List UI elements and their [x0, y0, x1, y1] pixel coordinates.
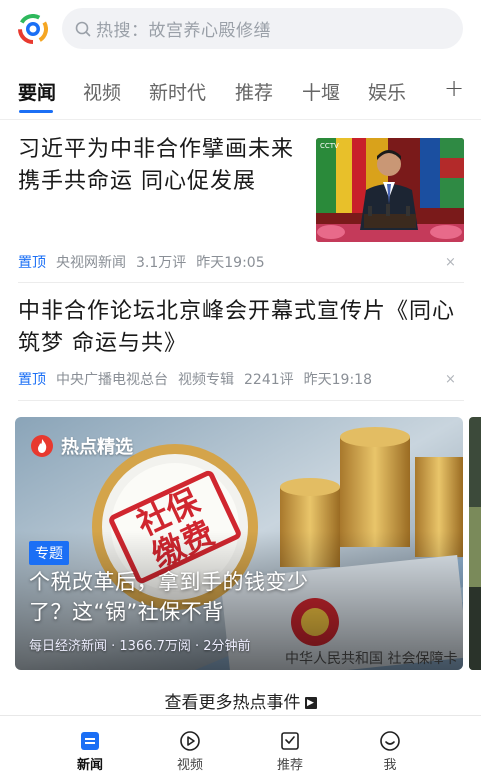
pinned-tag: 置顶 — [18, 255, 46, 271]
search-icon — [75, 21, 91, 36]
search-input[interactable]: 热搜：故宫养心殿修缮 — [62, 8, 463, 49]
news-meta: 置顶 中央广播电视总台 视频专辑 2241评 昨天19:18 — [18, 369, 372, 389]
news-icon — [81, 732, 99, 750]
news-title[interactable]: 中非合作论坛北京峰会开幕式宣传片《同心筑梦 命运与共》 — [18, 296, 464, 360]
news-title[interactable]: 习近平为中非合作擘画未来 携手共命运 同心促发展 — [18, 134, 303, 198]
recommend-icon — [281, 732, 299, 750]
news-source[interactable]: 央视网新闻 — [56, 255, 126, 271]
channel-tabs: 要闻 视频 新时代 推荐 十堰 娱乐 + — [0, 66, 481, 116]
news-source[interactable]: 中央广播电视总台 — [56, 372, 168, 388]
search-placeholder: 热搜：故宫养心殿修缮 — [96, 21, 271, 41]
news-time: 昨天19:18 — [303, 372, 372, 388]
top-bar: 热搜：故宫养心殿修缮 — [0, 0, 481, 58]
nav-label: 推荐 — [276, 758, 303, 773]
divider — [18, 282, 464, 283]
tab-recommend[interactable]: 推荐 — [235, 78, 273, 105]
play-icon — [180, 731, 200, 751]
pinned-tag: 置顶 — [18, 372, 46, 388]
divider — [18, 400, 464, 401]
tab-new-era[interactable]: 新时代 — [149, 78, 206, 105]
nav-recommend[interactable]: 推荐 — [260, 730, 320, 773]
comment-count: 3.1万评 — [136, 255, 187, 271]
special-topic-badge: 专题 — [29, 541, 69, 565]
nav-label: 我 — [383, 758, 397, 773]
smile-icon — [380, 731, 400, 751]
nav-news[interactable]: 新闻 — [60, 730, 120, 773]
tab-video[interactable]: 视频 — [83, 78, 121, 105]
hot-topic-title[interactable]: 个税改革后，拿到手的钱变少了？这“锅”社保不背 — [29, 567, 349, 627]
next-card-peek[interactable] — [469, 417, 481, 670]
nav-video[interactable]: 视频 — [160, 730, 220, 773]
divider — [0, 119, 481, 120]
news-meta: 置顶 央视网新闻 3.1万评 昨天19:05 — [18, 252, 265, 272]
hot-topic-header: 热点精选 — [31, 433, 133, 459]
svg-text:CCTV: CCTV — [320, 142, 339, 150]
tab-shiyan[interactable]: 十堰 — [302, 78, 340, 105]
comment-count: 2241评 — [244, 372, 294, 388]
bottom-nav: 新闻 视频 推荐 我 — [0, 715, 481, 776]
hot-topic-label: 热点精选 — [61, 437, 133, 458]
tab-headlines[interactable]: 要闻 — [18, 78, 56, 105]
dismiss-close-icon[interactable]: × — [445, 372, 456, 387]
app-logo-icon[interactable] — [18, 14, 48, 44]
news-time: 昨天19:05 — [196, 255, 265, 271]
arrow-right-icon: ▶ — [304, 697, 317, 709]
nav-me[interactable]: 我 — [360, 730, 420, 773]
hot-topic-meta: 每日经济新闻 · 1366.7万阅 · 2分钟前 — [29, 639, 251, 654]
active-tab-indicator — [19, 110, 53, 113]
hot-topic-card[interactable]: 中华人民共和国 社会保障卡 社保 缴费 热点精选 专题 个税改革后，拿到手的钱变… — [15, 417, 463, 670]
more-hot-events-label: 查看更多热点事件 — [164, 693, 301, 713]
news-tag: 视频专辑 — [178, 372, 234, 388]
dismiss-close-icon[interactable]: × — [445, 255, 456, 270]
fire-icon — [31, 435, 53, 457]
tab-entertainment[interactable]: 娱乐 — [368, 78, 406, 105]
news-thumbnail[interactable]: CCTV — [316, 138, 464, 242]
nav-label: 新闻 — [76, 758, 103, 773]
more-hot-events-link[interactable]: 查看更多热点事件 ▶ — [0, 688, 481, 713]
add-channel-button[interactable]: + — [444, 74, 464, 102]
nav-label: 视频 — [176, 758, 203, 773]
